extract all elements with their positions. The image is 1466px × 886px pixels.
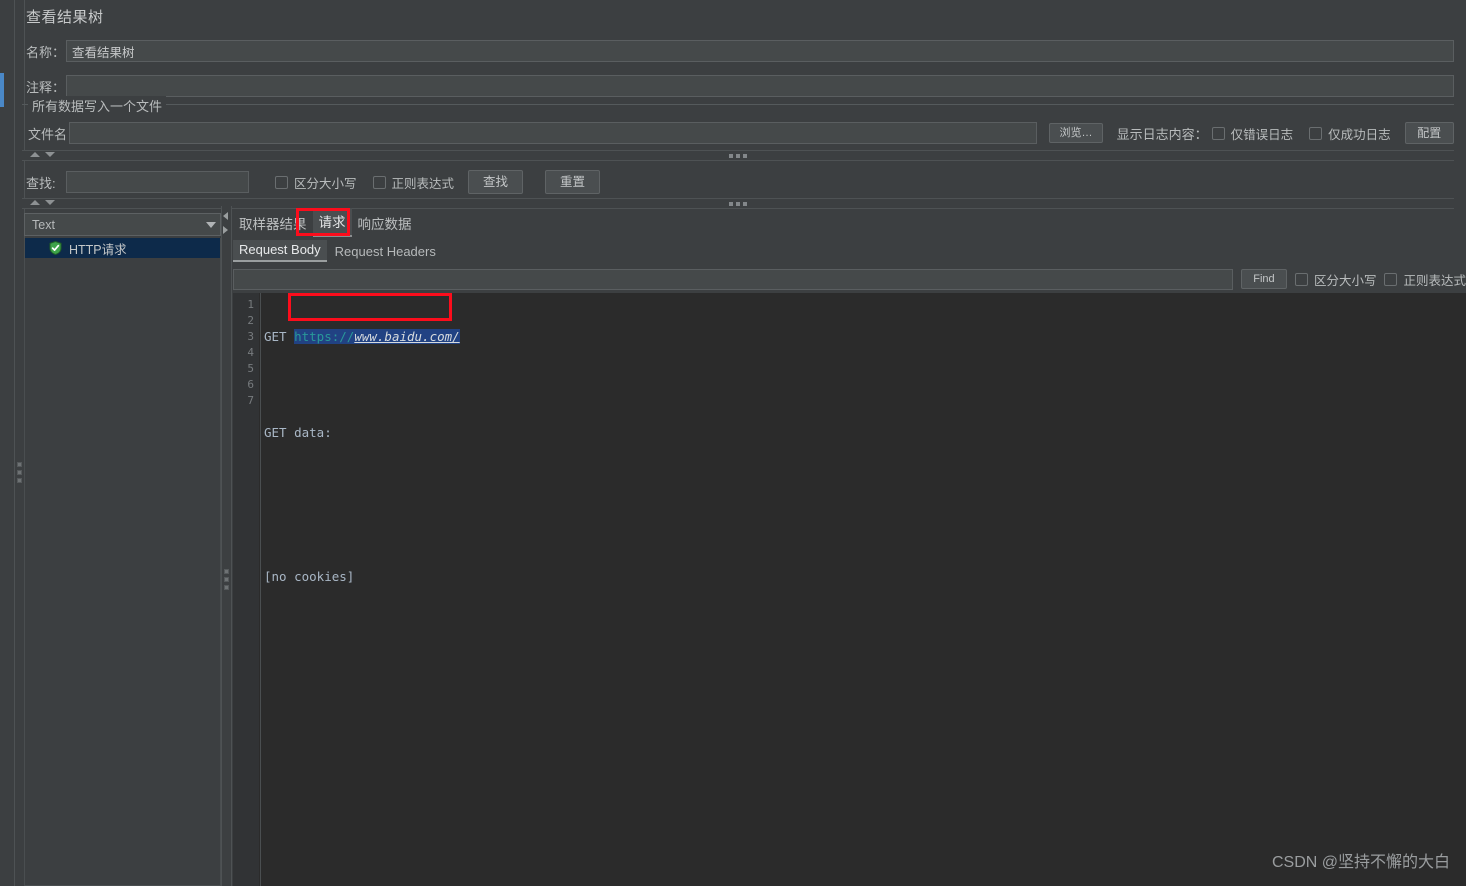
search-reset-button[interactable]: 重置 xyxy=(545,170,601,194)
tree-content-splitter-grip[interactable] xyxy=(224,569,229,593)
log-display-label: 显示日志内容： xyxy=(1116,126,1208,142)
splitter-top-arrows[interactable] xyxy=(30,152,55,157)
search-regex-checkbox[interactable]: 正则表达式 xyxy=(372,173,455,192)
comment-input[interactable] xyxy=(66,75,1454,97)
splitter-bottom-arrows[interactable] xyxy=(30,200,55,205)
editor-find-button[interactable]: Find xyxy=(1240,269,1287,289)
code-line-1: GET https://www.baidu.com/ xyxy=(264,329,1466,345)
name-label: 名称： xyxy=(26,44,66,60)
splitter-top-grip[interactable] xyxy=(729,154,747,158)
code-line-1-selected-url[interactable]: https://www.baidu.com/ xyxy=(294,329,460,344)
editor-match-case-box[interactable] xyxy=(1294,272,1308,286)
groupbox-legend: 所有数据写入一个文件 xyxy=(28,96,167,115)
filename-label: 文件名 xyxy=(28,126,68,142)
only-error-log-label: 仅错误日志 xyxy=(1230,127,1294,142)
left-edge-strip xyxy=(0,0,15,886)
subtab-request-headers[interactable]: Request Headers xyxy=(329,242,442,262)
tab-scroll-arrows[interactable] xyxy=(223,212,228,234)
result-tabs[interactable]: 取样器结果 请求 响应数据 xyxy=(233,208,1466,237)
left-splitter-grip[interactable] xyxy=(17,462,23,486)
tab-request[interactable]: 请求 xyxy=(312,208,352,237)
line-number: 4 xyxy=(247,346,254,359)
code-line-1-method: GET xyxy=(264,329,295,344)
line-number: 3 xyxy=(247,330,254,343)
horizontal-splitter-bottom[interactable] xyxy=(22,198,1454,209)
tree-item-http-request[interactable]: HTTP请求 xyxy=(25,238,220,258)
name-row: 名称： xyxy=(26,40,1454,62)
code-line-3: GET data: xyxy=(264,425,332,440)
editor-line-number-gutter: 1 2 3 4 5 6 7 xyxy=(233,293,259,886)
search-label: 查找: xyxy=(26,175,56,191)
collapse-up-icon-2[interactable] xyxy=(30,200,40,205)
editor-regex-box[interactable] xyxy=(1384,272,1398,286)
search-row: 查找: 区分大小写 正则表达式 查找 重置 xyxy=(26,170,1454,194)
line-number: 5 xyxy=(247,362,254,375)
tree-item-label: HTTP请求 xyxy=(69,242,127,257)
editor-match-case-label: 区分大小写 xyxy=(1313,273,1377,288)
left-edge-accent-bar xyxy=(0,73,4,107)
request-subtabs[interactable]: Request Body Request Headers xyxy=(233,240,1466,262)
editor-regex-checkbox[interactable]: 正则表达式 xyxy=(1384,270,1466,289)
scroll-left-icon[interactable] xyxy=(223,212,228,220)
only-success-log-checkbox[interactable]: 仅成功日志 xyxy=(1309,124,1391,143)
comment-row: 注释： xyxy=(26,75,1454,97)
line-number: 7 xyxy=(247,394,254,407)
scroll-right-icon[interactable] xyxy=(223,226,228,234)
code-line-6: [no cookies] xyxy=(264,569,355,584)
collapse-down-icon-2[interactable] xyxy=(45,200,55,205)
tab-response-data[interactable]: 响应数据 xyxy=(352,210,418,237)
search-find-button[interactable]: 查找 xyxy=(468,170,524,194)
renderer-type-combobox[interactable]: Text xyxy=(24,213,221,236)
only-success-log-label: 仅成功日志 xyxy=(1328,127,1391,142)
search-match-case-box[interactable] xyxy=(275,175,288,189)
editor-find-input[interactable] xyxy=(233,268,1233,290)
configure-button[interactable]: 配置 xyxy=(1404,122,1454,144)
gutter-separator xyxy=(260,293,261,886)
request-body-editor[interactable]: 1 2 3 4 5 6 7 GET https://www.baidu.com/… xyxy=(233,293,1466,886)
only-success-log-box[interactable] xyxy=(1309,126,1323,140)
browse-button[interactable]: 浏览… xyxy=(1049,123,1103,143)
renderer-type-value: Text xyxy=(32,217,55,232)
subtab-request-body[interactable]: Request Body xyxy=(233,240,327,262)
shield-success-icon xyxy=(49,241,62,255)
collapse-up-icon[interactable] xyxy=(30,152,40,157)
search-regex-box[interactable] xyxy=(372,175,386,189)
search-regex-label: 正则表达式 xyxy=(391,176,455,191)
search-match-case-label: 区分大小写 xyxy=(294,176,357,191)
editor-code-content[interactable]: GET https://www.baidu.com/ GET data: [no… xyxy=(264,297,1466,665)
name-input[interactable] xyxy=(66,40,1454,62)
line-number: 2 xyxy=(247,314,254,327)
search-input[interactable] xyxy=(66,171,249,193)
only-error-log-checkbox[interactable]: 仅错误日志 xyxy=(1211,124,1294,143)
splitter-bottom-grip[interactable] xyxy=(729,202,747,206)
jmeter-view-results-tree-window: 查看结果树 名称： 注释： 所有数据写入一个文件 文件名 浏览… 显示日志内容：… xyxy=(0,0,1466,886)
horizontal-splitter-top[interactable] xyxy=(22,150,1454,161)
page-title: 查看结果树 xyxy=(26,9,104,26)
collapse-down-icon[interactable] xyxy=(45,152,55,157)
search-match-case-checkbox[interactable]: 区分大小写 xyxy=(275,173,357,192)
watermark-text: CSDN @坚持不懈的大白 xyxy=(1271,854,1450,871)
editor-find-bar: Find 区分大小写 正则表达式 xyxy=(233,266,1466,292)
editor-regex-label: 正则表达式 xyxy=(1403,273,1466,288)
comment-label: 注释： xyxy=(26,79,66,95)
url-scheme: https:// xyxy=(294,329,355,344)
chevron-down-icon[interactable] xyxy=(206,221,216,228)
filename-row: 文件名 浏览… 显示日志内容： 仅错误日志 仅成功日志 配置 xyxy=(28,122,1454,144)
url-host-path: www.baidu.com/ xyxy=(354,329,460,344)
tree-content-splitter[interactable] xyxy=(221,206,232,886)
line-number: 6 xyxy=(247,378,254,391)
results-tree-panel[interactable]: HTTP请求 xyxy=(24,238,221,886)
editor-match-case-checkbox[interactable]: 区分大小写 xyxy=(1294,270,1377,289)
only-error-log-box[interactable] xyxy=(1211,126,1225,140)
line-number: 1 xyxy=(247,298,254,311)
tab-sampler-result[interactable]: 取样器结果 xyxy=(233,210,313,237)
filename-input[interactable] xyxy=(69,122,1038,144)
